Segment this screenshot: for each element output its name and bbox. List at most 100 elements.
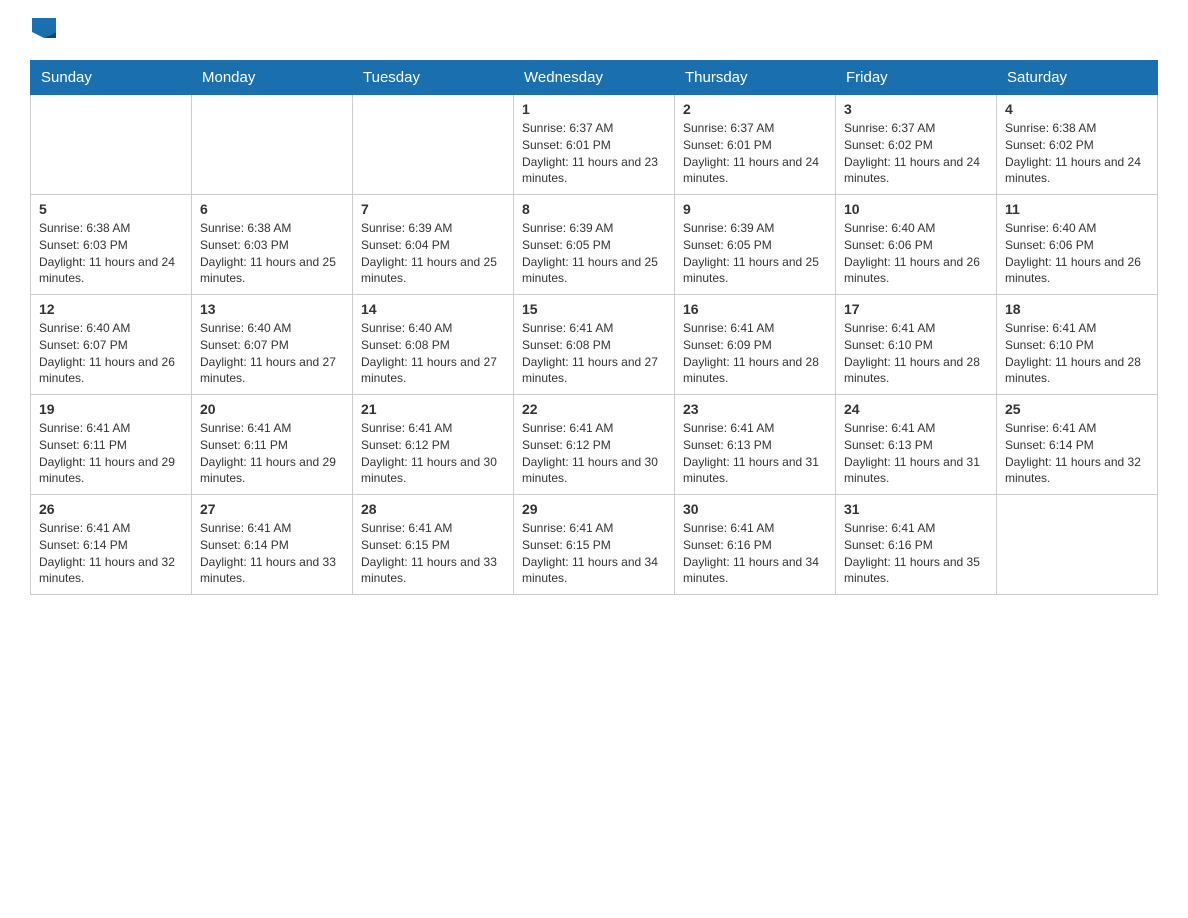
calendar-cell: 3Sunrise: 6:37 AMSunset: 6:02 PMDaylight… [836, 95, 997, 195]
day-number: 13 [200, 301, 344, 317]
column-header-sunday: Sunday [31, 61, 192, 95]
day-info: Sunrise: 6:41 AMSunset: 6:15 PMDaylight:… [361, 520, 505, 587]
day-number: 27 [200, 501, 344, 517]
day-info: Sunrise: 6:40 AMSunset: 6:07 PMDaylight:… [200, 320, 344, 387]
day-number: 25 [1005, 401, 1149, 417]
day-info: Sunrise: 6:41 AMSunset: 6:14 PMDaylight:… [39, 520, 183, 587]
calendar-cell: 18 Sunrise: 6:41 AMSunset: 6:10 PMDayligh… [997, 295, 1158, 395]
week-row-2: 5 Sunrise: 6:38 AMSunset: 6:03 PMDaylight… [31, 195, 1158, 295]
day-info: Sunrise: 6:41 AMSunset: 6:16 PMDaylight:… [844, 520, 988, 587]
calendar-cell: 20 Sunrise: 6:41 AMSunset: 6:11 PMDayligh… [192, 395, 353, 495]
day-info: Sunrise: 6:37 AMSunset: 6:01 PMDaylight:… [683, 120, 827, 187]
day-number: 11 [1005, 201, 1149, 217]
day-number: 22 [522, 401, 666, 417]
calendar-cell: 15 Sunrise: 6:41 AMSunset: 6:08 PMDayligh… [514, 295, 675, 395]
column-header-thursday: Thursday [675, 61, 836, 95]
day-info: Sunrise: 6:39 AMSunset: 6:05 PMDaylight:… [683, 220, 827, 287]
week-row-3: 12 Sunrise: 6:40 AMSunset: 6:07 PMDayligh… [31, 295, 1158, 395]
day-info: Sunrise: 6:40 AMSunset: 6:07 PMDaylight:… [39, 320, 183, 387]
day-number: 10 [844, 201, 988, 217]
day-number: 14 [361, 301, 505, 317]
day-number: 2 [683, 101, 827, 117]
day-number: 30 [683, 501, 827, 517]
day-info: Sunrise: 6:41 AMSunset: 6:10 PMDaylight:… [1005, 320, 1149, 387]
calendar-cell: 27Sunrise: 6:41 AMSunset: 6:14 PMDayligh… [192, 495, 353, 595]
calendar-cell: 25 Sunrise: 6:41 AMSunset: 6:14 PMDayligh… [997, 395, 1158, 495]
column-header-friday: Friday [836, 61, 997, 95]
calendar-cell [997, 495, 1158, 595]
day-info: Sunrise: 6:37 AMSunset: 6:01 PMDaylight:… [522, 120, 666, 187]
calendar-cell: 5 Sunrise: 6:38 AMSunset: 6:03 PMDaylight… [31, 195, 192, 295]
day-info: Sunrise: 6:38 AMSunset: 6:02 PMDaylight:… [1005, 120, 1149, 187]
logo [30, 20, 58, 40]
day-info: Sunrise: 6:41 AMSunset: 6:11 PMDaylight:… [39, 420, 183, 487]
day-number: 19 [39, 401, 183, 417]
calendar-cell: 13 Sunrise: 6:40 AMSunset: 6:07 PMDayligh… [192, 295, 353, 395]
calendar-cell: 8Sunrise: 6:39 AMSunset: 6:05 PMDaylight… [514, 195, 675, 295]
header-row: SundayMondayTuesdayWednesdayThursdayFrid… [31, 61, 1158, 95]
day-number: 18 [1005, 301, 1149, 317]
calendar-cell: 26 Sunrise: 6:41 AMSunset: 6:14 PMDayligh… [31, 495, 192, 595]
column-header-wednesday: Wednesday [514, 61, 675, 95]
day-info: Sunrise: 6:38 AMSunset: 6:03 PMDaylight:… [39, 220, 183, 287]
calendar-cell: 11 Sunrise: 6:40 AMSunset: 6:06 PMDayligh… [997, 195, 1158, 295]
day-number: 4 [1005, 101, 1149, 117]
day-info: Sunrise: 6:40 AMSunset: 6:08 PMDaylight:… [361, 320, 505, 387]
day-number: 6 [200, 201, 344, 217]
day-info: Sunrise: 6:41 AMSunset: 6:12 PMDaylight:… [522, 420, 666, 487]
day-number: 29 [522, 501, 666, 517]
day-number: 12 [39, 301, 183, 317]
calendar-cell: 14 Sunrise: 6:40 AMSunset: 6:08 PMDayligh… [353, 295, 514, 395]
calendar-cell: 4 Sunrise: 6:38 AMSunset: 6:02 PMDaylight… [997, 95, 1158, 195]
day-number: 26 [39, 501, 183, 517]
week-row-4: 19 Sunrise: 6:41 AMSunset: 6:11 PMDayligh… [31, 395, 1158, 495]
day-info: Sunrise: 6:41 AMSunset: 6:14 PMDaylight:… [1005, 420, 1149, 487]
calendar-cell: 29Sunrise: 6:41 AMSunset: 6:15 PMDayligh… [514, 495, 675, 595]
logo-icon [32, 18, 56, 38]
calendar-cell: 6Sunrise: 6:38 AMSunset: 6:03 PMDaylight… [192, 195, 353, 295]
day-info: Sunrise: 6:39 AMSunset: 6:04 PMDaylight:… [361, 220, 505, 287]
page-header [30, 20, 1158, 40]
calendar-cell: 10 Sunrise: 6:40 AMSunset: 6:06 PMDayligh… [836, 195, 997, 295]
week-row-1: 1 Sunrise: 6:37 AMSunset: 6:01 PMDaylight… [31, 95, 1158, 195]
day-info: Sunrise: 6:41 AMSunset: 6:08 PMDaylight:… [522, 320, 666, 387]
column-header-monday: Monday [192, 61, 353, 95]
week-row-5: 26 Sunrise: 6:41 AMSunset: 6:14 PMDayligh… [31, 495, 1158, 595]
column-header-tuesday: Tuesday [353, 61, 514, 95]
day-info: Sunrise: 6:41 AMSunset: 6:11 PMDaylight:… [200, 420, 344, 487]
day-number: 15 [522, 301, 666, 317]
calendar-cell: 30Sunrise: 6:41 AMSunset: 6:16 PMDayligh… [675, 495, 836, 595]
calendar-cell: 22 Sunrise: 6:41 AMSunset: 6:12 PMDayligh… [514, 395, 675, 495]
day-number: 23 [683, 401, 827, 417]
calendar-cell: 28Sunrise: 6:41 AMSunset: 6:15 PMDayligh… [353, 495, 514, 595]
day-info: Sunrise: 6:41 AMSunset: 6:13 PMDaylight:… [683, 420, 827, 487]
day-info: Sunrise: 6:40 AMSunset: 6:06 PMDaylight:… [844, 220, 988, 287]
column-header-saturday: Saturday [997, 61, 1158, 95]
day-info: Sunrise: 6:40 AMSunset: 6:06 PMDaylight:… [1005, 220, 1149, 287]
day-info: Sunrise: 6:41 AMSunset: 6:10 PMDaylight:… [844, 320, 988, 387]
calendar-cell: 23 Sunrise: 6:41 AMSunset: 6:13 PMDayligh… [675, 395, 836, 495]
calendar-cell [192, 95, 353, 195]
day-info: Sunrise: 6:41 AMSunset: 6:09 PMDaylight:… [683, 320, 827, 387]
day-number: 1 [522, 101, 666, 117]
day-info: Sunrise: 6:41 AMSunset: 6:13 PMDaylight:… [844, 420, 988, 487]
day-number: 7 [361, 201, 505, 217]
day-number: 5 [39, 201, 183, 217]
calendar-cell: 21Sunrise: 6:41 AMSunset: 6:12 PMDayligh… [353, 395, 514, 495]
day-number: 20 [200, 401, 344, 417]
day-number: 16 [683, 301, 827, 317]
calendar-cell: 12 Sunrise: 6:40 AMSunset: 6:07 PMDayligh… [31, 295, 192, 395]
calendar-cell: 7 Sunrise: 6:39 AMSunset: 6:04 PMDaylight… [353, 195, 514, 295]
day-info: Sunrise: 6:39 AMSunset: 6:05 PMDaylight:… [522, 220, 666, 287]
calendar-cell: 2 Sunrise: 6:37 AMSunset: 6:01 PMDaylight… [675, 95, 836, 195]
day-number: 31 [844, 501, 988, 517]
calendar-table: SundayMondayTuesdayWednesdayThursdayFrid… [30, 60, 1158, 595]
day-info: Sunrise: 6:37 AMSunset: 6:02 PMDaylight:… [844, 120, 988, 187]
calendar-cell [353, 95, 514, 195]
calendar-cell: 9 Sunrise: 6:39 AMSunset: 6:05 PMDaylight… [675, 195, 836, 295]
day-number: 9 [683, 201, 827, 217]
calendar-cell [31, 95, 192, 195]
day-info: Sunrise: 6:41 AMSunset: 6:12 PMDaylight:… [361, 420, 505, 487]
day-number: 17 [844, 301, 988, 317]
day-number: 24 [844, 401, 988, 417]
